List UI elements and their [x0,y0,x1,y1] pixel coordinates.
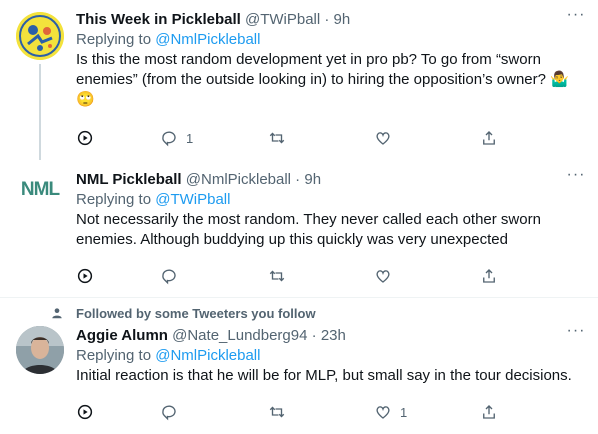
separator: · [320,11,334,28]
tweet-3[interactable]: Followed by some Tweeters you follow Agg… [0,298,598,434]
replying-to-handle[interactable]: @TWiPball [155,191,230,208]
reply-count: 1 [186,130,194,146]
thread-connector [39,64,41,160]
comment-button[interactable] [160,266,186,286]
comment-icon [162,405,176,421]
timestamp[interactable]: 23h [321,327,346,344]
tweet-actions: 1 [76,402,506,422]
tweet-text: Initial reaction is that he will be for … [76,367,572,384]
reply-button[interactable] [76,266,94,286]
more-options-icon[interactable]: ··· [566,323,586,344]
comment-icon [162,131,176,147]
like-button[interactable] [374,266,392,286]
tweet-actions [76,266,506,286]
avatar[interactable] [16,12,64,60]
user-handle[interactable]: @Nate_Lundberg94 [172,327,307,344]
replying-to: Replying to @TWiPball [76,190,586,210]
timestamp[interactable]: 9h [304,171,321,188]
reply-button[interactable] [76,128,94,148]
heart-icon [376,132,390,145]
share-icon [483,405,495,419]
display-name[interactable]: NML Pickleball [76,171,182,188]
comment-icon [162,269,176,285]
heart-icon [376,270,390,283]
share-button[interactable] [480,128,498,148]
share-icon [483,131,495,145]
reply-button[interactable] [76,402,94,422]
replying-to-handle[interactable]: @NmlPickleball [155,31,260,48]
person-icon [52,308,62,319]
like-button[interactable]: 1 [374,402,407,422]
comment-button[interactable] [160,402,186,422]
nml-logo-text: NML [20,179,60,200]
tweet-header: NML Pickleball @NmlPickleball · 9h [76,170,586,190]
display-name[interactable]: This Week in Pickleball [76,11,241,28]
person-photo-icon [16,326,64,374]
replying-to-prefix: Replying to [76,191,156,208]
more-options-icon[interactable]: ··· [566,7,586,28]
replying-to-prefix: Replying to [76,347,156,364]
share-button[interactable] [480,402,498,422]
tweet-text: Is this the most random development yet … [76,51,569,108]
tweet-text: Not necessarily the most random. They ne… [76,211,541,248]
tweet-header: Aggie Alumn @Nate_Lundberg94 · 23h [76,326,586,346]
like-button[interactable] [374,128,392,148]
reply-icon [77,268,93,284]
retweet-icon [269,270,285,282]
reply-icon [77,130,93,146]
retweet-icon [269,406,285,418]
tweet-1[interactable]: This Week in Pickleball @TWiPball · 9h ·… [0,0,598,160]
timestamp[interactable]: 9h [334,11,351,28]
replying-to-prefix: Replying to [76,31,156,48]
retweet-button[interactable] [268,402,286,422]
replying-to-handle[interactable]: @NmlPickleball [155,347,260,364]
separator: · [307,327,321,344]
heart-icon [376,406,390,419]
like-count: 1 [400,404,408,420]
pickleball-logo-icon [16,12,64,60]
user-handle[interactable]: @TWiPball [245,11,320,28]
retweet-button[interactable] [268,266,286,286]
comment-button[interactable]: 1 [160,128,193,148]
user-handle[interactable]: @NmlPickleball [186,171,291,188]
more-options-icon[interactable]: ··· [566,167,586,188]
avatar[interactable] [16,326,64,374]
retweet-icon [269,132,285,144]
tweet-2[interactable]: NML NML Pickleball @NmlPickleball · 9h ·… [0,160,598,296]
replying-to: Replying to @NmlPickleball [76,30,586,50]
reply-icon [77,404,93,420]
tweet-actions: 1 [76,128,506,148]
tweet-header: This Week in Pickleball @TWiPball · 9h [76,10,586,30]
display-name[interactable]: Aggie Alumn [76,327,168,344]
replying-to: Replying to @NmlPickleball [76,346,586,366]
separator: · [291,171,305,188]
retweet-button[interactable] [268,128,286,148]
avatar[interactable]: NML [16,166,64,214]
share-button[interactable] [480,266,498,286]
share-icon [483,269,495,283]
social-context[interactable]: Followed by some Tweeters you follow [76,306,316,322]
